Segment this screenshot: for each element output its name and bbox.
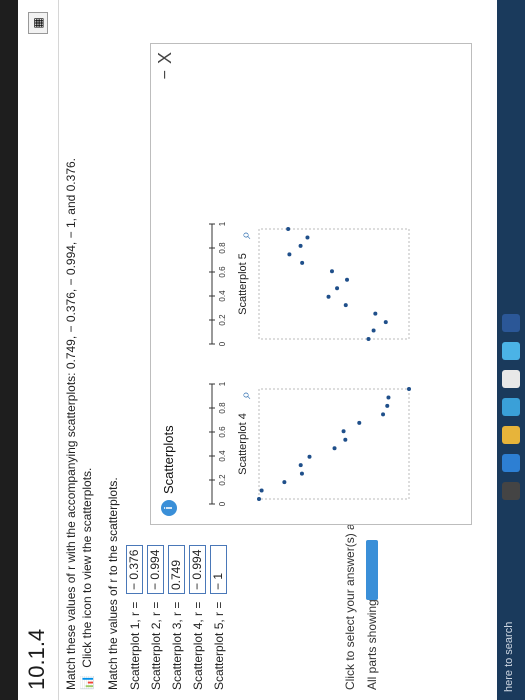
scatter-point [300,260,305,265]
scatter-point [386,395,391,400]
answer-label: Scatterplot 3, r = [169,601,184,690]
scatter-point [371,328,376,333]
parts-progress-bar [366,540,378,600]
instruction-text: Match the values of r to the scatterplot… [106,477,120,690]
scatterplot-4-panel: Scatterplot 4 [237,374,457,514]
scatter-point [345,277,350,282]
axis-tick-label: 0.6 [218,266,227,278]
word-icon[interactable] [502,314,520,332]
taskbar-search[interactable]: here to search [503,622,515,692]
answer-dropdown[interactable]: − 0.994 [189,545,206,594]
answer-label: Scatterplot 1, r = [127,601,142,690]
axis-tick-label: 0.2 [218,314,227,326]
answers-list: Scatterplot 1, r = − 0.376 Scatterplot 2… [124,545,229,690]
scatter-point [332,446,337,451]
scatterplot-5 [258,227,410,341]
axis-tick-label: 0.8 [218,242,227,254]
scatter-point [383,320,388,325]
folder-icon[interactable] [502,426,520,444]
axis-tick-label: 0.4 [218,450,227,462]
plot-panel-top-mid: 0 0.2 0.4 0.6 0.8 1 [187,214,227,354]
close-button[interactable]: X [155,52,176,64]
scatter-point [357,420,362,425]
answer-dropdown[interactable]: − 1 [210,545,227,594]
info-icon: i [161,500,177,516]
scatter-point [298,243,303,248]
answer-row: Scatterplot 1, r = − 0.376 [124,545,145,690]
popup-title: Scatterplots [161,425,176,494]
mail-icon[interactable] [502,342,520,360]
zoom-icon[interactable]: ⌕ [237,391,254,399]
answer-dropdown[interactable]: 0.749 [168,545,185,594]
answer-row: Scatterplot 5, r = − 1 [208,545,229,690]
axis-tick-label: 1 [218,381,227,386]
progress-fill [366,540,378,600]
store-icon[interactable] [502,398,520,416]
question-prompt: Match these values of r with the accompa… [64,157,78,690]
scatter-point [407,387,411,391]
window-top-bar [0,0,18,700]
task-view-icon[interactable] [502,482,520,500]
scatterplots-popup: i Scatterplots − X 0 0.2 0.4 0.6 0.8 1 0 0.2 0.… [150,43,472,525]
scatter-point [329,269,334,274]
scatter-point [326,294,331,299]
axis-tick-label: 1 [218,221,227,226]
parts-label: All parts showing [365,599,379,690]
hint-line[interactable]: 📊 Click the icon to view the scatterplot… [80,468,94,690]
scatter-point [343,303,348,308]
scatter-point [282,480,287,485]
scatter-point [298,463,303,468]
axis-tick-label: 0.4 [218,290,227,302]
zoom-icon[interactable]: ⌕ [237,231,254,239]
scatter-point [341,429,346,434]
scatter-point [381,412,386,417]
top-axis-1: 0 0.2 0.4 0.6 0.8 1 [209,381,227,506]
scatter-point [385,403,390,408]
axis-tick-label: 0 [218,341,227,346]
scatter-point [299,471,304,476]
edge-icon[interactable] [502,454,520,472]
axis-tick-label: 0 [218,501,227,506]
chart-icon[interactable]: 📊 [80,675,94,690]
answer-row: Scatterplot 3, r = 0.749 [166,545,187,690]
scatter-point [287,252,292,257]
scatter-point [373,311,378,316]
scatter-point [257,497,261,501]
answer-dropdown[interactable]: − 0.376 [126,545,143,594]
answer-dropdown[interactable]: − 0.994 [147,545,164,594]
axis-tick-label: 0.6 [218,426,227,438]
scatter-point [286,227,291,231]
answer-row: Scatterplot 2, r = − 0.994 [145,545,166,690]
scatter-point [307,454,312,459]
scatter-point [305,235,310,240]
minimize-button[interactable]: − [157,70,175,79]
answer-label: Scatterplot 4, r = [190,601,205,690]
hint-text: Click the icon to view the scatterplots. [80,467,94,668]
grid-menu-icon[interactable]: ▦ [28,12,48,34]
scatter-point [259,488,264,493]
plot-panel-top-left: 0 0.2 0.4 0.6 0.8 1 [187,374,227,514]
screen: 10.1.4 ▦ Match these values of r with th… [0,0,525,700]
axis-tick-label: 0.2 [218,474,227,486]
axis-tick-label: 0.8 [218,402,227,414]
scatterplot-4 [257,387,411,501]
answer-row: Scatterplot 4, r = − 0.994 [187,545,208,690]
answer-label: Scatterplot 2, r = [148,601,163,690]
scatter-point [366,337,371,341]
scatterplot-5-panel: Scatterplot 5 [237,214,457,354]
scatter-point [343,437,348,442]
app-icon[interactable] [502,370,520,388]
scatter-point [335,286,340,291]
section-title: 10.1.4 [24,628,49,690]
header: 10.1.4 ▦ [18,0,59,700]
top-axis-2: 0 0.2 0.4 0.6 0.8 1 [209,221,227,346]
answer-label: Scatterplot 5, r = [211,601,226,690]
taskbar: here to search [497,0,525,700]
